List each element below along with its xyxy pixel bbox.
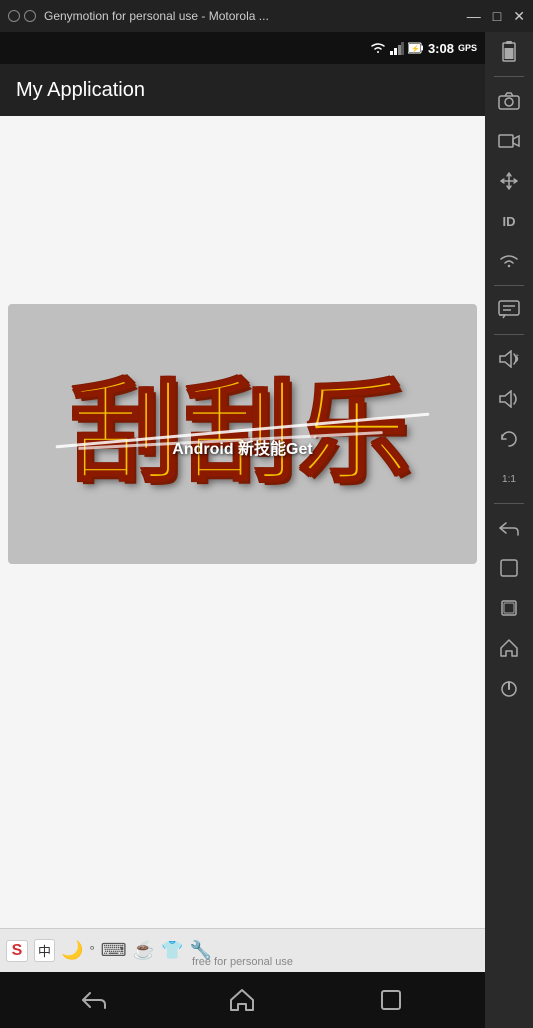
scale-icon[interactable]: 1:1	[491, 461, 527, 497]
chat-icon[interactable]	[491, 292, 527, 328]
menu-icon[interactable]	[491, 590, 527, 626]
maximize-button[interactable]: □	[493, 8, 501, 25]
main-content: 刮刮乐 Android 新技能Get	[0, 116, 485, 928]
title-bar-controls: — □ ✕	[467, 8, 525, 25]
volume-up-icon[interactable]: +	[491, 341, 527, 377]
svg-text:+: +	[515, 353, 519, 360]
svg-text:⚡: ⚡	[411, 44, 420, 53]
signal-icon	[390, 42, 404, 55]
back-nav-icon[interactable]	[491, 510, 527, 546]
dot1	[8, 10, 20, 22]
nav-bar	[0, 972, 485, 1028]
right-sidebar: ID + 1:1	[485, 0, 533, 1028]
rotate-icon[interactable]	[491, 421, 527, 457]
home-sidebar-icon[interactable]	[491, 630, 527, 666]
wifi-status-icon	[370, 42, 386, 55]
chinese-text-art: 刮刮乐	[8, 304, 477, 564]
close-button[interactable]: ✕	[513, 8, 525, 25]
divider2	[494, 285, 524, 286]
overlay-text: Android 新技能Get	[172, 435, 312, 459]
app-bar: My Application	[0, 64, 485, 116]
recents-square-icon[interactable]	[491, 550, 527, 586]
wifi-icon[interactable]	[491, 243, 527, 279]
divider3	[494, 334, 524, 335]
status-icons: ⚡ 3:08 GPS	[370, 41, 477, 56]
camera-icon[interactable]	[491, 83, 527, 119]
minimize-button[interactable]: —	[467, 8, 481, 25]
title-bar: Genymotion for personal use - Motorola .…	[0, 0, 533, 32]
status-time: 3:08	[428, 41, 454, 56]
video-icon[interactable]	[491, 123, 527, 159]
window-dots	[8, 10, 36, 22]
gps-label: GPS	[458, 43, 477, 53]
id-icon[interactable]: ID	[491, 203, 527, 239]
volume-down-icon[interactable]	[491, 381, 527, 417]
dot2	[24, 10, 36, 22]
battery-status-icon: ⚡	[408, 42, 424, 54]
app-bar-title: My Application	[16, 79, 145, 102]
image-container: 刮刮乐 Android 新技能Get	[0, 296, 485, 572]
move-icon[interactable]	[491, 163, 527, 199]
phone-screen: ⚡ 3:08 GPS My Application 刮刮乐 Android 新技…	[0, 32, 485, 1028]
title-bar-text: Genymotion for personal use - Motorola .…	[44, 9, 467, 23]
recents-button[interactable]	[361, 988, 421, 1012]
chinese-art-image: 刮刮乐 Android 新技能Get	[8, 304, 477, 564]
divider4	[494, 503, 524, 504]
power-icon[interactable]	[491, 670, 527, 706]
status-bar: ⚡ 3:08 GPS	[0, 32, 485, 64]
home-button[interactable]	[212, 988, 272, 1012]
battery-icon[interactable]	[491, 34, 527, 70]
divider1	[494, 76, 524, 77]
watermark: free for personal use	[0, 956, 485, 968]
back-button[interactable]	[64, 989, 124, 1011]
